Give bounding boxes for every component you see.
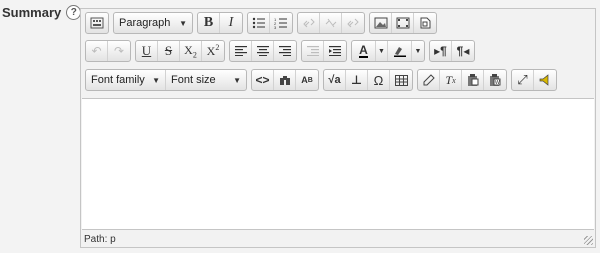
table-icon[interactable]	[390, 70, 412, 90]
strikethrough-button[interactable]: S	[158, 41, 180, 61]
chevron-down-icon: ▼	[152, 75, 160, 85]
bullet-list-icon[interactable]	[248, 13, 270, 33]
toolbar-row-3: Font family ▼ Font size ▼ <> AB √a ⊥ Ω T…	[85, 69, 557, 91]
align-left-icon[interactable]	[230, 41, 252, 61]
omega-icon[interactable]: Ω	[368, 70, 390, 90]
link-icon[interactable]	[298, 13, 320, 33]
svg-text:W: W	[495, 80, 500, 86]
text-color-chevron-icon[interactable]: ▼	[376, 41, 388, 61]
superscript-button[interactable]: X2	[202, 41, 224, 61]
font-family-select-value: Font family	[91, 74, 145, 86]
accessibility-checker-icon[interactable]	[534, 70, 556, 90]
text-color-icon[interactable]: A	[352, 41, 376, 61]
status-bar: Path: p	[84, 234, 116, 245]
subscript-button[interactable]: X2	[180, 41, 202, 61]
image-icon[interactable]	[370, 13, 392, 33]
status-path-prefix: Path:	[84, 234, 108, 245]
rtl-icon[interactable]: ¶◂	[452, 41, 474, 61]
toolbar-row-2: ↶ ↷ U S X2 X2 A ▼ ▼ ▸¶ ¶◂	[85, 40, 475, 62]
help-icon[interactable]: ?	[66, 5, 82, 20]
chevron-down-icon: ▼	[233, 75, 241, 85]
unlink-icon[interactable]	[320, 13, 342, 33]
indent-icon[interactable]	[324, 41, 346, 61]
ltr-icon[interactable]: ▸¶	[430, 41, 452, 61]
paste-word-icon[interactable]: W	[484, 70, 506, 90]
editor-content-area[interactable]	[82, 98, 594, 230]
superscript-script: 2	[215, 43, 220, 52]
replace-icon[interactable]: AB	[296, 70, 318, 90]
chevron-down-icon: ▼	[179, 18, 187, 28]
font-family-select[interactable]: Font family ▼	[86, 70, 166, 90]
svg-text:3: 3	[274, 25, 277, 29]
clear-formatting-icon[interactable]	[418, 70, 440, 90]
underline-button[interactable]: U	[136, 41, 158, 61]
background-color-chevron-icon[interactable]: ▼	[412, 41, 424, 61]
paste-text-icon[interactable]	[462, 70, 484, 90]
redo-icon[interactable]: ↷	[108, 41, 130, 61]
summary-label: Summary	[2, 5, 62, 20]
field-label-row: Summary ?	[2, 5, 82, 20]
subscript-base: X	[184, 42, 193, 57]
format-select-value: Paragraph	[119, 17, 171, 29]
toolbar-toggle-icon[interactable]	[86, 13, 108, 33]
align-center-icon[interactable]	[252, 41, 274, 61]
resize-handle-icon[interactable]	[584, 236, 593, 245]
italic-button[interactable]: I	[220, 13, 242, 33]
undo-icon[interactable]: ↶	[86, 41, 108, 61]
subscript-script: 2	[192, 50, 197, 60]
font-size-select-value: Font size	[171, 74, 216, 86]
media-icon[interactable]	[392, 13, 414, 33]
bold-button[interactable]: B	[198, 13, 220, 33]
insert-char-icon[interactable]: ⊥	[346, 70, 368, 90]
remove-format-icon[interactable]: Tx	[440, 70, 462, 90]
fullscreen-icon[interactable]: ⤢	[512, 70, 534, 90]
background-color-icon[interactable]	[388, 41, 412, 61]
anchor-icon[interactable]	[342, 13, 364, 33]
font-size-select[interactable]: Font size ▼	[166, 70, 246, 90]
manage-files-icon[interactable]	[414, 13, 436, 33]
code-icon[interactable]: <>	[252, 70, 274, 90]
status-path-value[interactable]: p	[110, 234, 116, 245]
format-select[interactable]: Paragraph ▼	[114, 13, 192, 33]
find-icon[interactable]	[274, 70, 296, 90]
outdent-icon[interactable]	[302, 41, 324, 61]
equation-icon[interactable]: √a	[324, 70, 346, 90]
rich-text-editor: Paragraph ▼ B I 123 ↶ ↷ U S X2 X2 A ▼ ▼ …	[80, 8, 596, 248]
toolbar-row-1: Paragraph ▼ B I 123	[85, 12, 437, 34]
numbered-list-icon[interactable]: 123	[270, 13, 292, 33]
align-right-icon[interactable]	[274, 41, 296, 61]
